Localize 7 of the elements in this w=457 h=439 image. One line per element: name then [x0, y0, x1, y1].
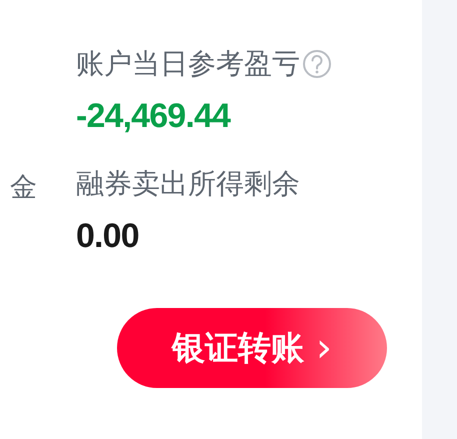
field-label: 金 — [10, 171, 37, 205]
field-value: 0.00 — [76, 216, 140, 257]
field-label: 账户当日参考盈亏 — [76, 46, 300, 82]
help-icon[interactable] — [302, 49, 332, 79]
transfer-button[interactable]: 银证转账 › — [117, 308, 387, 388]
field-value: -24,469.44 — [76, 96, 232, 137]
field-label: 融券卖出所得剩余 — [76, 166, 300, 202]
